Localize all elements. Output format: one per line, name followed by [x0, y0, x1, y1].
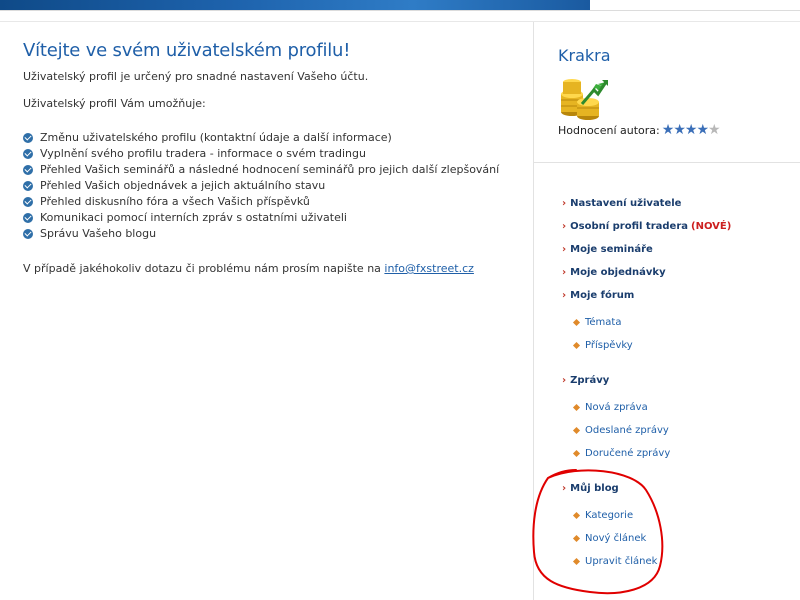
- author-rating: Hodnocení autora: ★ ★ ★ ★ ★: [558, 122, 721, 138]
- nav-messages-new[interactable]: Nová zpráva: [572, 402, 648, 413]
- list-item: Vyplnění svého profilu tradera - informa…: [23, 146, 523, 162]
- list-item-text: Přehled Vašich seminářů a následné hodno…: [40, 163, 500, 176]
- top-banner: [0, 0, 800, 10]
- list-item-text: Správu Vašeho blogu: [40, 227, 157, 240]
- bullet-icon: [572, 341, 581, 350]
- checkmark-icon: [23, 133, 33, 143]
- checkmark-icon: [23, 229, 33, 239]
- chevron-right-icon: ›: [562, 244, 567, 255]
- nav-blog-categories[interactable]: Kategorie: [572, 510, 634, 521]
- nav-blog[interactable]: › Můj blog: [562, 483, 619, 494]
- list-item: Komunikaci pomocí interních zpráv s osta…: [23, 210, 523, 226]
- nav-messages-sent[interactable]: Odeslané zprávy: [572, 425, 669, 436]
- list-item: Správu Vašeho blogu: [23, 226, 523, 242]
- capabilities-heading: Uživatelský profil Vám umožňuje:: [23, 97, 206, 110]
- nav-orders[interactable]: › Moje objednávky: [562, 267, 666, 278]
- author-name[interactable]: Krakra: [558, 46, 611, 65]
- checkmark-icon: [23, 165, 33, 175]
- bullet-icon: [572, 449, 581, 458]
- nav-label: Příspěvky: [585, 340, 633, 351]
- capabilities-list: Změnu uživatelského profilu (kontaktní ú…: [23, 130, 523, 242]
- chevron-right-icon: ›: [562, 290, 567, 301]
- main-content: Vítejte ve svém uživatelském profilu! Už…: [23, 40, 523, 277]
- nav-label: Odeslané zprávy: [585, 425, 669, 436]
- list-item-text: Přehled diskusního fóra a všech Vašich p…: [40, 195, 310, 208]
- nav-label: Doručené zprávy: [585, 448, 671, 459]
- checkmark-icon: [23, 181, 33, 191]
- nav-trader-profile[interactable]: › Osobní profil tradera (NOVÉ): [562, 221, 731, 232]
- nav-messages[interactable]: › Zprávy: [562, 375, 609, 386]
- page-title: Vítejte ve svém uživatelském profilu!: [23, 40, 351, 61]
- chevron-right-icon: ›: [562, 198, 567, 209]
- nav-label: Nový článek: [585, 533, 647, 544]
- nav-label: Moje semináře: [570, 244, 653, 255]
- checkmark-icon: [23, 149, 33, 159]
- list-item: Přehled Vašich seminářů a následné hodno…: [23, 162, 523, 178]
- coins-icon: [561, 79, 608, 120]
- new-badge: (NOVÉ): [691, 221, 732, 232]
- checkmark-icon: [23, 213, 33, 223]
- nav-label: Nastavení uživatele: [570, 198, 682, 209]
- intro-text: Uživatelský profil je určený pro snadné …: [23, 70, 369, 83]
- bullet-icon: [572, 534, 581, 543]
- nav-seminars[interactable]: › Moje semináře: [562, 244, 653, 255]
- checkmark-icon: [23, 197, 33, 207]
- author-box: Krakra Hodnocení autora: ★ ★ ★ ★ ★: [534, 22, 800, 163]
- nav-forum[interactable]: › Moje fórum: [562, 290, 634, 301]
- chevron-right-icon: ›: [562, 375, 567, 386]
- nav-label: Témata: [585, 317, 622, 328]
- nav-label: Nová zpráva: [585, 402, 648, 413]
- nav-label: Moje fórum: [570, 290, 635, 301]
- star-empty-icon: ★: [708, 122, 721, 138]
- nav-label: Upravit článek: [585, 556, 658, 567]
- sidebar: Krakra Hodnocení autora: ★ ★ ★ ★ ★ › Nas…: [533, 22, 800, 600]
- contact-text: V případě jakéhokoliv dotazu či problému…: [23, 262, 381, 275]
- list-item-text: Komunikaci pomocí interních zpráv s osta…: [40, 211, 347, 224]
- nav-user-settings[interactable]: › Nastavení uživatele: [562, 198, 681, 209]
- nav-label: Osobní profil tradera: [570, 221, 688, 232]
- contact-email-link[interactable]: info@fxstreet.cz: [384, 262, 474, 275]
- list-item-text: Vyplnění svého profilu tradera - informa…: [40, 147, 366, 160]
- list-item-text: Přehled Vašich objednávek a jejich aktuá…: [40, 179, 326, 192]
- nav-label: Zprávy: [570, 375, 610, 386]
- chevron-right-icon: ›: [562, 221, 567, 232]
- nav-messages-received[interactable]: Doručené zprávy: [572, 448, 671, 459]
- chevron-right-icon: ›: [562, 267, 567, 278]
- list-item: Přehled Vašich objednávek a jejich aktuá…: [23, 178, 523, 194]
- rating-stars: ★ ★ ★ ★ ★: [662, 122, 721, 138]
- contact-line: V případě jakéhokoliv dotazu či problému…: [23, 261, 523, 277]
- bullet-icon: [572, 318, 581, 327]
- list-item: Přehled diskusního fóra a všech Vašich p…: [23, 194, 523, 210]
- bullet-icon: [572, 403, 581, 412]
- nav-blog-edit-article[interactable]: Upravit článek: [572, 556, 658, 567]
- nav-forum-posts[interactable]: Příspěvky: [572, 340, 633, 351]
- nav-forum-topics[interactable]: Témata: [572, 317, 622, 328]
- nav-label: Moje objednávky: [570, 267, 666, 278]
- nav-blog-new-article[interactable]: Nový článek: [572, 533, 647, 544]
- list-item: Změnu uživatelského profilu (kontaktní ú…: [23, 130, 523, 146]
- nav-label: Kategorie: [585, 510, 634, 521]
- bullet-icon: [572, 557, 581, 566]
- list-item-text: Změnu uživatelského profilu (kontaktní ú…: [40, 131, 392, 144]
- banner-divider: [0, 10, 800, 11]
- nav-label: Můj blog: [570, 483, 619, 494]
- rating-label: Hodnocení autora:: [558, 123, 660, 137]
- bullet-icon: [572, 426, 581, 435]
- banner-image: [0, 0, 590, 10]
- bullet-icon: [572, 511, 581, 520]
- chevron-right-icon: ›: [562, 483, 567, 494]
